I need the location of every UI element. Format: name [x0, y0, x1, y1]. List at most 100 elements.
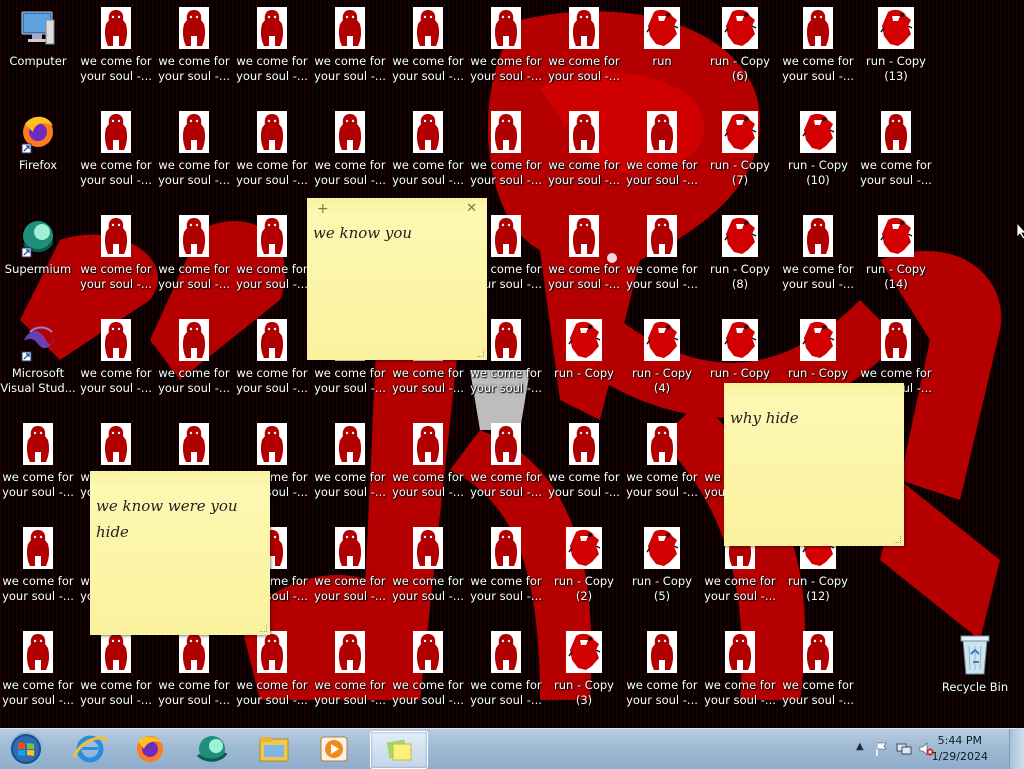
desktop-icon-soul-file[interactable]: we come for your soul -... — [546, 0, 622, 100]
desktop-icon-label: we come for your soul -... — [80, 158, 152, 187]
desktop-icon-soul-file[interactable]: we come for your soul -... — [234, 208, 310, 308]
desktop-icon-soul-file[interactable]: we come for your soul -... — [312, 416, 388, 516]
desktop-icon-soul-file[interactable]: we come for your soul -... — [390, 104, 466, 204]
desktop-icon-soul-file[interactable]: we come for your soul -... — [78, 104, 154, 204]
desktop-icon-soul-file[interactable]: we come for your soul -... — [702, 624, 778, 724]
desktop-icon-soul-file[interactable]: we come for your soul -... — [390, 624, 466, 724]
desktop-icon-soul-file[interactable]: we come for your soul -... — [156, 104, 232, 204]
desktop-icon-run-file[interactable]: run - Copy (4) — [624, 312, 700, 412]
desktop-icon-label: we come for your soul -... — [626, 678, 698, 707]
resize-grip-icon[interactable] — [477, 350, 484, 357]
sticky-note-text[interactable]: why hide — [724, 405, 904, 431]
desktop-icon-label: we come for your soul -... — [392, 158, 464, 187]
action-center-flag-icon[interactable] — [874, 741, 890, 757]
desktop-icon-soul-file[interactable]: we come for your soul -... — [624, 104, 700, 204]
desktop-icon-run-file[interactable]: run - Copy (8) — [702, 208, 778, 308]
desktop-icon-run-file[interactable]: run - Copy (2) — [546, 520, 622, 620]
desktop-icon-soul-file[interactable]: we come for your soul -... — [0, 520, 76, 620]
desktop-icon-soul-file[interactable]: we come for your soul -... — [624, 624, 700, 724]
desktop-icon-run-file[interactable]: run - Copy (3) — [546, 624, 622, 724]
sticky-note-title-bar[interactable] — [724, 383, 904, 405]
desktop-icon-soul-file[interactable]: we come for your soul -... — [390, 520, 466, 620]
resize-grip-icon[interactable] — [894, 536, 901, 543]
desktop-icon-run-file[interactable]: run - Copy (13) — [858, 0, 934, 100]
desktop-icon-run-file[interactable]: run — [624, 0, 700, 100]
desktop-icon-soul-file[interactable]: we come for your soul -... — [390, 416, 466, 516]
desktop-icon-soul-file[interactable]: we come for your soul -... — [780, 624, 856, 724]
desktop[interactable]: Computer we come for your soul -... we com… — [0, 0, 1024, 728]
desktop-icon-soul-file[interactable]: we come for your soul -... — [156, 0, 232, 100]
internet-explorer-icon[interactable] — [62, 731, 118, 767]
desktop-icon-soul-file[interactable]: we come for your soul -... — [312, 0, 388, 100]
desktop-icon-soul-file[interactable]: we come for your soul -... — [780, 0, 856, 100]
desktop-icon-firefox[interactable]: Firefox — [0, 104, 76, 204]
desktop-icon-soul-file[interactable]: we come for your soul -... — [312, 520, 388, 620]
desktop-icon-soul-file[interactable]: we come for your soul -... — [468, 416, 544, 516]
supermium-icon[interactable] — [184, 731, 240, 767]
demon-figure-icon — [491, 111, 521, 153]
desktop-icon-computer[interactable]: Computer — [0, 0, 76, 100]
start-button[interactable] — [4, 730, 44, 768]
desktop-icon-visual-studio[interactable]: Microsoft Visual Stud... — [0, 312, 76, 412]
desktop-icon-soul-file[interactable]: we come for your soul -... — [0, 416, 76, 516]
desktop-icon-label: run - Copy (12) — [788, 574, 848, 603]
taskbar-clock[interactable]: 5:44 PM 1/29/2024 — [932, 733, 988, 765]
sticky-note[interactable]: we know were you hide — [90, 471, 270, 635]
desktop-icon-soul-file[interactable]: we come for your soul -... — [234, 0, 310, 100]
close-icon[interactable]: ✕ — [466, 201, 477, 216]
desktop-icon-soul-file[interactable]: we come for your soul -... — [858, 104, 934, 204]
sticky-notes-icon[interactable] — [370, 731, 428, 769]
desktop-icon-soul-file[interactable]: we come for your soul -... — [546, 416, 622, 516]
desktop-icon-soul-file[interactable]: we come for your soul -... — [468, 104, 544, 204]
sticky-note[interactable]: why hide — [724, 383, 904, 546]
desktop-icon-run-file[interactable]: run - Copy (5) — [624, 520, 700, 620]
show-desktop-button[interactable] — [1009, 729, 1024, 769]
desktop-icon-soul-file[interactable]: we come for your soul -... — [468, 0, 544, 100]
desktop-icon-soul-file[interactable]: we come for your soul -... — [624, 416, 700, 516]
desktop-icon-run-file[interactable]: run - Copy (6) — [702, 0, 778, 100]
resize-grip-icon[interactable] — [260, 625, 267, 632]
desktop-icon-soul-file[interactable]: we come for your soul -... — [390, 0, 466, 100]
desktop-icon-soul-file[interactable]: we come for your soul -... — [156, 312, 232, 412]
desktop-icon-soul-file[interactable]: we come for your soul -... — [468, 624, 544, 724]
desktop-icon-label: we come for your soul -... — [470, 678, 542, 707]
desktop-icon-soul-file[interactable]: we come for your soul -... — [234, 624, 310, 724]
sticky-note-title-bar[interactable]: + ✕ — [307, 198, 487, 220]
sticky-note-text[interactable]: we know you — [307, 220, 487, 246]
desktop-icon-run-file[interactable]: run - Copy (14) — [858, 208, 934, 308]
desktop-icon-soul-file[interactable]: we come for your soul -... — [780, 208, 856, 308]
add-note-icon[interactable]: + — [317, 201, 329, 217]
desktop-icon-soul-file[interactable]: we come for your soul -... — [78, 624, 154, 724]
desktop-icon-soul-file[interactable]: we come for your soul -... — [234, 104, 310, 204]
sticky-note[interactable]: + ✕ we know you — [307, 198, 487, 360]
desktop-icon-run-file[interactable]: run - Copy (10) — [780, 104, 856, 204]
recycle-bin-icon — [960, 635, 990, 675]
desktop-icon-soul-file[interactable]: we come for your soul -... — [312, 104, 388, 204]
sticky-note-title-bar[interactable] — [90, 471, 270, 493]
desktop-icon-soul-file[interactable]: we come for your soul -... — [156, 624, 232, 724]
desktop-icon-soul-file[interactable]: we come for your soul -... — [546, 208, 622, 308]
desktop-icon-run-file[interactable]: run - Copy — [546, 312, 622, 412]
desktop-icon-soul-file[interactable]: we come for your soul -... — [546, 104, 622, 204]
desktop-icon-soul-file[interactable]: we come for your soul -... — [78, 0, 154, 100]
desktop-icon-soul-file[interactable]: we come for your soul -... — [156, 208, 232, 308]
desktop-icon-soul-file[interactable]: we come for your soul -... — [78, 208, 154, 308]
desktop-icon-recycle-bin[interactable]: Recycle Bin — [937, 626, 1013, 726]
sticky-note-text[interactable]: we know were you hide — [90, 493, 262, 545]
network-icon[interactable] — [896, 741, 912, 757]
media-player-icon[interactable] — [306, 731, 362, 767]
desktop-icon-soul-file[interactable]: we come for your soul -... — [234, 312, 310, 412]
desktop-icon-soul-file[interactable]: we come for your soul -... — [78, 312, 154, 412]
desktop-icon-label: we come for your soul -... — [2, 678, 74, 707]
desktop-icon-soul-file[interactable]: we come for your soul -... — [312, 624, 388, 724]
show-hidden-icons-icon[interactable]: ▲ — [856, 741, 864, 752]
desktop-icon-label: we come for your soul -... — [158, 366, 230, 395]
file-explorer-icon[interactable] — [246, 731, 302, 767]
desktop-icon-soul-file[interactable]: we come for your soul -... — [0, 624, 76, 724]
desktop-icon-run-file[interactable]: run - Copy (7) — [702, 104, 778, 204]
firefox-icon[interactable] — [122, 731, 178, 767]
desktop-icon-supermium[interactable]: Supermium — [0, 208, 76, 308]
desktop-icon-soul-file[interactable]: we come for your soul -... — [468, 520, 544, 620]
desktop-icon-soul-file[interactable]: we come for your soul -... — [624, 208, 700, 308]
demon-figure-icon — [335, 527, 365, 569]
